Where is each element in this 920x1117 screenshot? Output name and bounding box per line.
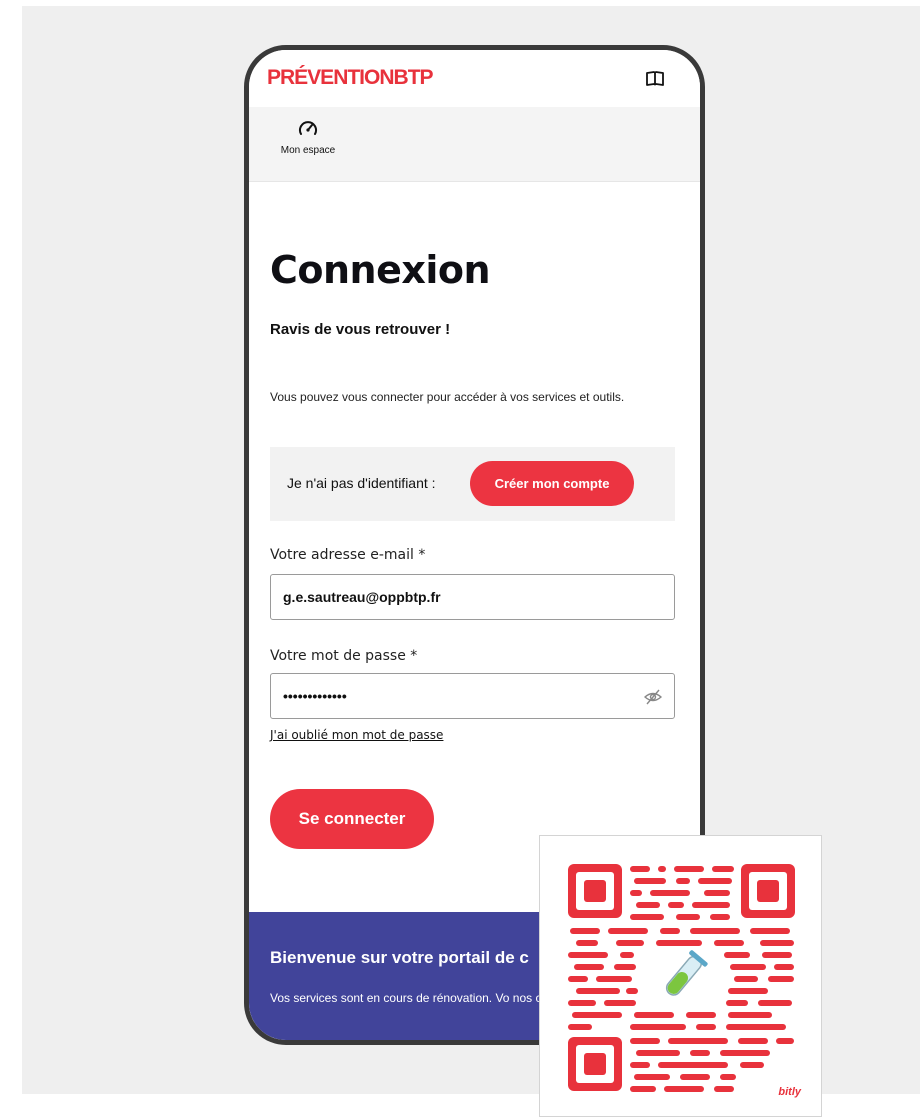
page-description: Vous pouvez vous connecter pour accéder …	[270, 390, 625, 404]
email-field[interactable]: g.e.sautreau@oppbtp.fr	[270, 574, 675, 620]
gauge-icon	[299, 121, 317, 135]
top-bar: PRÉVENTIONBTP	[249, 50, 700, 107]
book-open-icon[interactable]	[646, 71, 664, 87]
bitly-logo: bitly	[778, 1086, 801, 1098]
logo-prevention: PRÉVENTION	[267, 66, 395, 89]
page-subtitle: Ravis de vous retrouver !	[270, 321, 451, 338]
password-value: •••••••••••••	[283, 688, 347, 704]
qr-code	[568, 864, 795, 1092]
create-account-button[interactable]: Créer mon compte	[470, 461, 634, 506]
eye-off-icon[interactable]	[644, 688, 662, 706]
password-label: Votre mot de passe *	[270, 648, 418, 664]
footer-title: Bienvenue sur votre portail de c	[270, 948, 529, 967]
email-label: Votre adresse e-mail *	[270, 547, 426, 563]
nav-item-mon-espace[interactable]: Mon espace	[273, 119, 343, 156]
logo[interactable]: PRÉVENTIONBTP	[267, 66, 434, 90]
signup-box: Je n'ai pas d'identifiant : Créer mon co…	[270, 447, 675, 521]
password-field[interactable]: •••••••••••••	[270, 673, 675, 719]
test-tube-icon	[652, 948, 712, 1008]
no-account-text: Je n'ai pas d'identifiant :	[287, 475, 436, 491]
forgot-password-link[interactable]: J'ai oublié mon mot de passe	[270, 728, 443, 742]
logo-btp: BTP	[393, 66, 434, 89]
page-title: Connexion	[270, 248, 491, 292]
email-value: g.e.sautreau@oppbtp.fr	[283, 589, 441, 605]
nav-bar: Mon espace	[249, 107, 700, 182]
nav-item-label: Mon espace	[280, 145, 336, 156]
login-button[interactable]: Se connecter	[270, 789, 434, 849]
qr-code-card: bitly	[539, 835, 822, 1117]
